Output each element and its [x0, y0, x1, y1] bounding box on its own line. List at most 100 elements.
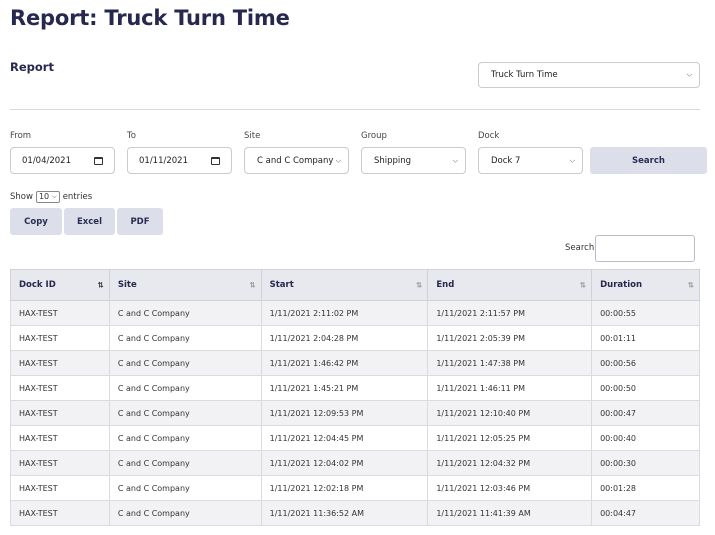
- duration-cell: 00:00:50: [591, 375, 700, 401]
- page-title: Report: Truck Turn Time: [10, 6, 290, 30]
- end-cell: 1/11/2021 2:11:57 PM: [427, 300, 593, 326]
- table-row: HAX-TEST C and C Company 1/11/2021 12:02:1…: [10, 475, 700, 501]
- table-search-label: Search:: [565, 243, 598, 253]
- site-cell: C and C Company: [108, 425, 262, 451]
- dock-id-cell: HAX-TEST: [10, 300, 110, 326]
- dock-id-cell: HAX-TEST: [10, 400, 110, 426]
- table-row: HAX-TEST C and C Company 1/11/2021 1:46:42…: [10, 350, 700, 376]
- duration-cell: 00:01:28: [591, 475, 700, 501]
- site-cell: C and C Company: [108, 375, 262, 401]
- end-cell: 1/11/2021 1:46:11 PM: [427, 375, 593, 401]
- duration-cell: 00:00:47: [591, 400, 700, 426]
- column-header-site[interactable]: Site ⇅: [108, 269, 262, 301]
- end-cell: 1/11/2021 11:41:39 AM: [427, 500, 593, 526]
- end-cell: 1/11/2021 1:47:38 PM: [427, 350, 593, 376]
- sort-icon[interactable]: ⇅: [688, 281, 694, 290]
- chevron-down-icon: ⌵: [335, 156, 341, 164]
- start-cell: 1/11/2021 11:36:52 AM: [260, 500, 429, 526]
- start-cell: 1/11/2021 1:46:42 PM: [260, 350, 429, 376]
- start-cell: 1/11/2021 2:11:02 PM: [260, 300, 429, 326]
- end-cell: 1/11/2021 12:05:25 PM: [427, 425, 593, 451]
- show-label: Show: [10, 192, 33, 202]
- dock-value: Dock 7: [491, 155, 521, 166]
- site-cell: C and C Company: [108, 400, 262, 426]
- search-button[interactable]: Search: [590, 147, 707, 174]
- start-cell: 1/11/2021 12:04:02 PM: [260, 450, 429, 476]
- sort-icon[interactable]: ⇅: [98, 281, 104, 290]
- sort-icon[interactable]: ⇅: [416, 281, 422, 290]
- table-row: HAX-TEST C and C Company 1/11/2021 2:11:02…: [10, 300, 700, 326]
- table-header-row: Dock ID ⇅ Site ⇅ Start ⇅ End ⇅ Duration ⇅: [10, 269, 700, 301]
- dock-id-cell: HAX-TEST: [10, 350, 110, 376]
- dock-id-cell: HAX-TEST: [10, 450, 110, 476]
- duration-cell: 00:00:30: [591, 450, 700, 476]
- chevron-down-icon: ⌵: [569, 156, 575, 164]
- results-table: Dock ID ⇅ Site ⇅ Start ⇅ End ⇅ Duration ⇅ HAX…: [10, 269, 700, 526]
- from-label: From: [10, 131, 32, 141]
- dock-id-cell: HAX-TEST: [10, 500, 110, 526]
- from-date-input[interactable]: 01/04/2021: [10, 147, 115, 174]
- start-cell: 1/11/2021 12:09:53 PM: [260, 400, 429, 426]
- report-section-label: Report: [10, 60, 54, 74]
- table-row: HAX-TEST C and C Company 1/11/2021 12:09:5…: [10, 400, 700, 426]
- entries-select[interactable]: 10 ⌵: [35, 191, 60, 203]
- duration-cell: 00:00:56: [591, 350, 700, 376]
- start-cell: 1/11/2021 1:45:21 PM: [260, 375, 429, 401]
- dock-id-cell: HAX-TEST: [10, 475, 110, 501]
- table-search-input[interactable]: [595, 235, 695, 262]
- copy-button[interactable]: Copy: [10, 208, 62, 235]
- dock-id-cell: HAX-TEST: [10, 375, 110, 401]
- column-header-dock-id[interactable]: Dock ID ⇅: [10, 269, 110, 301]
- table-row: HAX-TEST C and C Company 1/11/2021 2:04:28…: [10, 325, 700, 351]
- to-date-value: 01/11/2021: [139, 155, 188, 166]
- excel-button[interactable]: Excel: [64, 208, 115, 235]
- duration-cell: 00:01:11: [591, 325, 700, 351]
- start-cell: 1/11/2021 12:02:18 PM: [260, 475, 429, 501]
- to-date-input[interactable]: 01/11/2021: [127, 147, 232, 174]
- site-cell: C and C Company: [108, 450, 262, 476]
- dock-select[interactable]: Dock 7 ⌵: [478, 147, 583, 174]
- dock-id-cell: HAX-TEST: [10, 325, 110, 351]
- group-value: Shipping: [374, 155, 412, 166]
- group-label: Group: [361, 131, 387, 141]
- duration-cell: 00:00:55: [591, 300, 700, 326]
- column-header-duration[interactable]: Duration ⇅: [591, 269, 700, 301]
- column-header-end[interactable]: End ⇅: [427, 269, 593, 301]
- calendar-icon[interactable]: [211, 156, 220, 165]
- table-row: HAX-TEST C and C Company 1/11/2021 12:04:0…: [10, 450, 700, 476]
- site-cell: C and C Company: [108, 350, 262, 376]
- entries-label: entries: [62, 192, 93, 202]
- site-cell: C and C Company: [108, 500, 262, 526]
- divider: [10, 109, 700, 110]
- entries-value: 10: [38, 192, 50, 201]
- sort-icon[interactable]: ⇅: [249, 281, 255, 290]
- column-header-start[interactable]: Start ⇅: [260, 269, 429, 301]
- sort-icon[interactable]: ⇅: [580, 281, 586, 290]
- chevron-down-icon: ⌵: [52, 193, 57, 200]
- end-cell: 1/11/2021 12:04:32 PM: [427, 450, 593, 476]
- to-label: To: [127, 131, 136, 141]
- duration-cell: 00:00:40: [591, 425, 700, 451]
- end-cell: 1/11/2021 2:05:39 PM: [427, 325, 593, 351]
- table-row: HAX-TEST C and C Company 1/11/2021 11:36:5…: [10, 500, 700, 526]
- report-type-select[interactable]: Truck Turn Time ⌵: [478, 62, 700, 88]
- site-cell: C and C Company: [108, 475, 262, 501]
- end-cell: 1/11/2021 12:03:46 PM: [427, 475, 593, 501]
- chevron-down-icon: ⌵: [452, 156, 458, 164]
- dock-label: Dock: [478, 131, 500, 141]
- dock-id-cell: HAX-TEST: [10, 425, 110, 451]
- duration-cell: 00:04:47: [591, 500, 700, 526]
- table-row: HAX-TEST C and C Company 1/11/2021 12:04:4…: [10, 425, 700, 451]
- start-cell: 1/11/2021 2:04:28 PM: [260, 325, 429, 351]
- pdf-button[interactable]: PDF: [117, 208, 163, 235]
- report-type-value: Truck Turn Time: [491, 70, 558, 80]
- chevron-down-icon: ⌵: [686, 70, 692, 79]
- site-select[interactable]: C and C Company ⌵: [244, 147, 349, 174]
- site-cell: C and C Company: [108, 300, 262, 326]
- show-entries: Show 10 ⌵ entries: [10, 191, 92, 203]
- table-row: HAX-TEST C and C Company 1/11/2021 1:45:21…: [10, 375, 700, 401]
- site-cell: C and C Company: [108, 325, 262, 351]
- calendar-icon[interactable]: [94, 156, 103, 165]
- end-cell: 1/11/2021 12:10:40 PM: [427, 400, 593, 426]
- group-select[interactable]: Shipping ⌵: [361, 147, 466, 174]
